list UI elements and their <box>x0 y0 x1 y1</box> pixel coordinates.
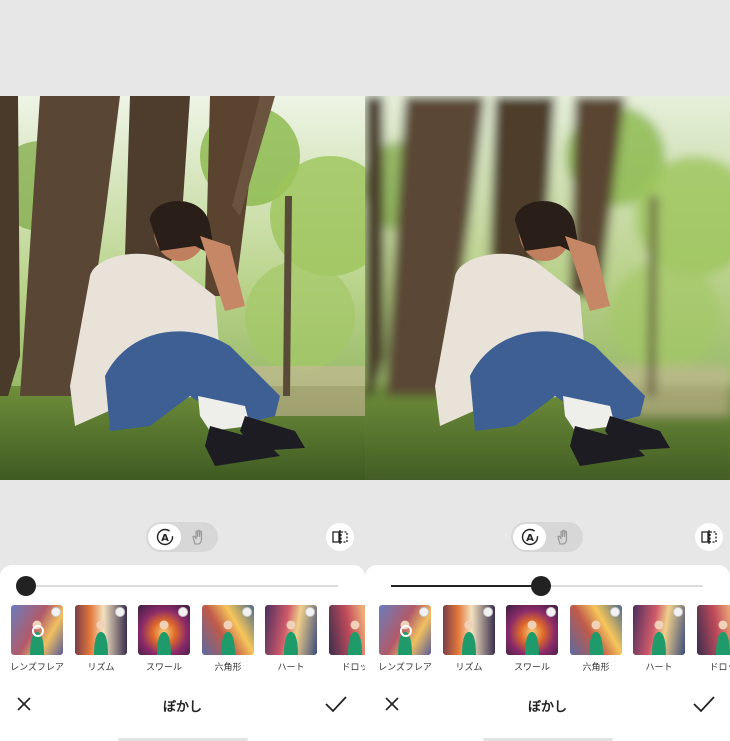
thumbnail-figure <box>714 619 730 655</box>
effect-item-hexagon[interactable]: 六角形 <box>202 605 254 673</box>
compare-icon <box>701 530 717 544</box>
effect-thumbnail <box>570 605 622 655</box>
selected-indicator-icon <box>400 625 412 637</box>
premium-gem-icon <box>115 607 125 617</box>
premium-gem-icon <box>51 607 61 617</box>
bottom-action-bar: ぼかし <box>365 687 730 723</box>
auto-manual-toggle[interactable]: A <box>146 522 218 552</box>
blur-effect-list: レンズフレア リズム スワール <box>0 605 365 673</box>
bottom-action-bar: ぼかし <box>0 687 365 723</box>
blur-intensity-slider[interactable] <box>16 576 338 596</box>
effect-label: スワール <box>145 663 182 673</box>
confirm-button[interactable] <box>691 692 717 716</box>
effect-item-swirl[interactable]: スワール <box>138 605 190 673</box>
effect-item-drop[interactable]: ドロッ <box>329 605 365 673</box>
effect-item-heart[interactable]: ハート <box>633 605 685 673</box>
thumbnail-figure <box>460 619 478 655</box>
effect-item-drop[interactable]: ドロッ <box>697 605 730 673</box>
effect-item-hexagon[interactable]: 六角形 <box>570 605 622 673</box>
auto-manual-toggle[interactable]: A <box>511 522 583 552</box>
thumbnail-figure <box>346 619 364 655</box>
effect-thumbnail <box>202 605 254 655</box>
checkmark-icon <box>693 696 715 713</box>
thumbnail-figure <box>282 619 300 655</box>
photo-preview <box>0 96 365 480</box>
effect-thumbnail <box>265 605 317 655</box>
editor-panel-before: A レンズフレア リズム スワール 六角形 ハート ドロッ ぼかし <box>0 0 365 741</box>
slider-fill <box>391 585 541 587</box>
tool-title: ぼかし <box>527 700 567 715</box>
photo-blurred <box>365 96 730 480</box>
manual-mode-button[interactable] <box>181 524 214 550</box>
checkmark-icon <box>325 696 347 713</box>
effect-label: リズム <box>455 663 483 673</box>
compare-icon <box>332 530 348 544</box>
photo-original <box>0 96 365 480</box>
effect-thumbnail <box>633 605 685 655</box>
blur-effect-list: レンズフレア リズム スワール <box>365 605 730 673</box>
thumbnail-figure <box>587 619 605 655</box>
effect-thumbnail <box>329 605 365 655</box>
effect-thumbnail <box>11 605 63 655</box>
compare-button[interactable] <box>326 523 354 551</box>
thumbnail-figure <box>650 619 668 655</box>
photo-preview <box>365 96 730 480</box>
effect-thumbnail <box>138 605 190 655</box>
hand-brush-icon <box>191 529 202 545</box>
effect-item-lens-flare[interactable]: レンズフレア <box>10 605 64 673</box>
effect-thumbnail <box>697 605 730 655</box>
auto-a-icon: A <box>156 528 173 546</box>
adjustment-sheet: レンズフレア リズム スワール <box>0 565 365 741</box>
effect-thumbnail <box>443 605 495 655</box>
editor-panel-after: A レンズフレア リズム スワール 六角形 ハート ドロ ぼかし <box>365 0 730 741</box>
hand-brush-icon <box>556 529 567 545</box>
effect-label: 六角形 <box>582 663 610 673</box>
premium-gem-icon <box>178 607 188 617</box>
effect-thumbnail <box>75 605 127 655</box>
effect-item-swirl[interactable]: スワール <box>506 605 558 673</box>
effect-label: リズム <box>87 663 115 673</box>
effect-label: 六角形 <box>214 663 242 673</box>
blur-intensity-slider[interactable] <box>391 576 703 596</box>
premium-gem-icon <box>546 607 556 617</box>
manual-mode-button[interactable] <box>546 524 579 550</box>
effect-item-rhythm[interactable]: リズム <box>443 605 495 673</box>
effect-thumbnail <box>379 605 431 655</box>
effect-label: レンズフレア <box>10 663 64 673</box>
auto-a-icon: A <box>521 528 538 546</box>
premium-gem-icon <box>242 607 252 617</box>
effect-label: レンズフレア <box>378 663 432 673</box>
svg-text:A: A <box>526 533 534 544</box>
thumbnail-figure <box>92 619 110 655</box>
effect-label: ハート <box>277 663 305 673</box>
compare-button[interactable] <box>695 523 723 551</box>
effect-item-heart[interactable]: ハート <box>265 605 317 673</box>
premium-gem-icon <box>305 607 315 617</box>
effect-label: ドロッ <box>341 663 365 673</box>
effect-label: ドロッ <box>709 663 730 673</box>
effect-label: ハート <box>645 663 673 673</box>
premium-gem-icon <box>610 607 620 617</box>
effect-thumbnail <box>506 605 558 655</box>
slider-thumb[interactable] <box>16 576 36 596</box>
auto-mode-button[interactable]: A <box>513 524 546 550</box>
auto-mode-button[interactable]: A <box>148 524 181 550</box>
thumbnail-figure <box>155 619 173 655</box>
effect-item-rhythm[interactable]: リズム <box>75 605 127 673</box>
confirm-button[interactable] <box>323 692 349 716</box>
effect-label: スワール <box>513 663 550 673</box>
premium-gem-icon <box>419 607 429 617</box>
premium-gem-icon <box>483 607 493 617</box>
adjustment-sheet: レンズフレア リズム スワール <box>365 565 730 741</box>
premium-gem-icon <box>673 607 683 617</box>
tool-title: ぼかし <box>162 700 202 715</box>
svg-text:A: A <box>161 533 169 544</box>
slider-thumb[interactable] <box>530 576 551 596</box>
thumbnail-figure <box>523 619 541 655</box>
effect-item-lens-flare[interactable]: レンズフレア <box>378 605 432 673</box>
thumbnail-figure <box>219 619 237 655</box>
selected-indicator-icon <box>32 625 44 637</box>
